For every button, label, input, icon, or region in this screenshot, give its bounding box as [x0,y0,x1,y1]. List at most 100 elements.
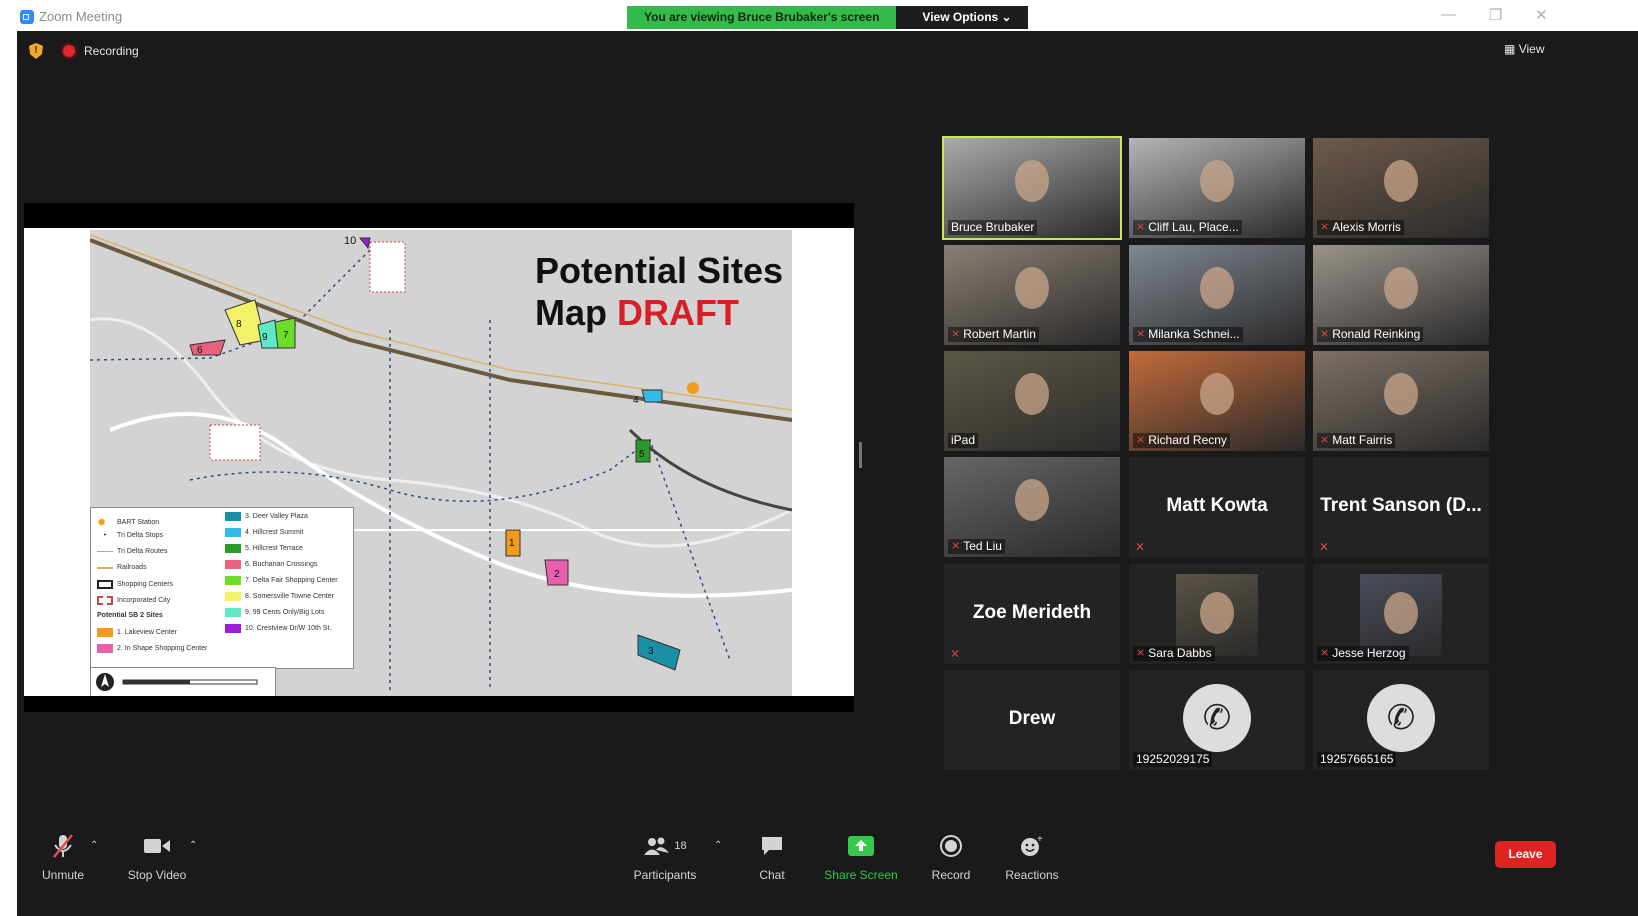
reactions-button[interactable]: + Reactions [1004,832,1060,882]
participant-tile[interactable]: ⨯ Matt Fairris [1313,351,1489,451]
participant-name-label: ⨯ Ted Liu [948,539,1005,554]
participant-tile[interactable]: iPad [944,351,1120,451]
map-title-line1: Potential Sites [535,250,784,291]
participant-name-label: ⨯ Alexis Morris [1317,220,1404,235]
person-silhouette [1200,373,1234,415]
svg-text:3: 3 [648,646,654,657]
svg-text:6: 6 [197,345,203,356]
participant-name: Ronald Reinking [1332,327,1421,341]
participant-name: Alexis Morris [1332,220,1401,234]
phone-icon: ✆ [1367,684,1435,752]
view-options-button[interactable]: View Options ⌄ [896,6,1028,29]
participant-name: Sara Dabbs [1148,646,1212,660]
share-screen-button[interactable]: Share Screen [823,832,899,882]
mic-muted-icon: ⨯ [1320,647,1330,659]
svg-text:2: 2 [554,569,560,580]
participants-label: Participants [633,868,697,882]
reactions-label: Reactions [1005,868,1059,882]
participant-name: Robert Martin [963,327,1036,341]
unmute-label: Unmute [41,868,85,882]
participant-tile[interactable]: Bruce Brubaker [942,136,1122,240]
legend-item: 4. Hillcrest Summit [225,528,303,537]
participant-tile[interactable]: Matt Kowta ⨯ [1129,457,1305,557]
participant-tile[interactable]: ✆ 19252029175 [1129,670,1305,770]
person-silhouette [1015,373,1049,415]
stop-video-button[interactable]: Stop Video [125,832,189,882]
participant-tile[interactable]: ⨯ Ronald Reinking [1313,245,1489,345]
participant-tile[interactable]: Zoe Merideth ⨯ [944,564,1120,664]
participant-tile[interactable]: ⨯ Sara Dabbs [1129,564,1305,664]
participant-name-label: ⨯ Matt Fairris [1317,433,1396,448]
participant-name: Jesse Herzog [1332,646,1406,660]
leave-button[interactable]: Leave [1495,841,1556,868]
legend-item: 9. 99 Cents Only/Big Lots [225,608,324,617]
svg-text:5: 5 [639,449,645,460]
legend-item: Tri Delta Routes [97,548,167,555]
participant-tile[interactable]: ⨯ Robert Martin [944,245,1120,345]
participants-count: 18 [674,840,687,852]
title-bar: Zoom Meeting You are viewing Bruce Bruba… [17,0,1638,31]
legend-item: 6. Buchanan Crossings [225,560,317,569]
participant-name-label: ⨯ Robert Martin [948,327,1039,342]
participant-name-label: ⨯ Richard Recny [1133,433,1230,448]
shared-screen[interactable]: 10 8 9 7 6 4 5 1 2 3 Potential Sites Map… [24,203,854,712]
mic-muted-icon: ⨯ [951,328,961,340]
audio-options-caret-icon[interactable]: ⌃ [90,840,98,851]
video-options-caret-icon[interactable]: ⌃ [189,840,197,851]
maximize-button[interactable]: ❐ [1489,6,1502,24]
participant-name: iPad [951,433,976,447]
legend-item: 1. Lakeview Center [97,628,177,637]
mic-muted-icon: ⨯ [1320,328,1330,340]
legend-item: • Tri Delta Stops [97,532,163,539]
svg-text:9: 9 [262,332,268,343]
window-title: Zoom Meeting [39,9,123,24]
recording-label: Recording [84,44,139,58]
legend-item: 2. In Shape Shopping Center [97,644,207,653]
participants-icon: 18 [630,832,700,860]
participant-tile[interactable]: Trent Sanson (D... ⨯ [1313,457,1489,557]
participants-button[interactable]: 18 Participants [630,832,700,882]
participant-tile[interactable]: ⨯ Richard Recny [1129,351,1305,451]
participant-tile[interactable]: ⨯ Cliff Lau, Place... [1129,138,1305,238]
chat-label: Chat [759,868,785,882]
unmute-button[interactable]: Unmute [37,832,89,882]
participant-tile[interactable]: ⨯ Jesse Herzog [1313,564,1489,664]
participant-name-large: Drew [1008,708,1056,729]
participant-tile[interactable]: ✆ 19257665165 [1313,670,1489,770]
legend-item: 10. Crestview Dr/W 10th St. [225,624,331,633]
minimize-button[interactable]: — [1441,6,1456,23]
split-resize-handle[interactable] [859,442,862,468]
map-title-prefix: Map [535,292,618,333]
participant-tile[interactable]: ⨯ Milanka Schnei... [1129,245,1305,345]
person-silhouette [1015,479,1049,521]
video-camera-icon [125,832,189,860]
participant-tile[interactable]: ⨯ Alexis Morris [1313,138,1489,238]
mic-off-icon [37,832,89,860]
smiley-plus-icon: + [1004,832,1060,860]
stop-icon: • [103,532,107,539]
svg-text:7: 7 [283,330,289,341]
share-screen-label: Share Screen [824,868,898,882]
participant-name: Bruce Brubaker [951,220,1035,234]
mic-muted-icon: ⨯ [1136,647,1146,659]
record-button[interactable]: Record [929,832,973,882]
video-feed [1360,574,1442,656]
grid-view-icon: ▦ [1504,42,1516,56]
close-button[interactable]: ✕ [1535,6,1548,24]
person-silhouette [1200,592,1234,635]
chat-button[interactable]: Chat [752,832,792,882]
meeting-toolbar: Unmute ⌃ Stop Video ⌃ 18 Participants ⌃ … [17,826,1638,916]
record-label: Record [931,868,971,882]
recording-icon [63,45,75,57]
participant-tile[interactable]: ⨯ Ted Liu [944,457,1120,557]
participant-tile[interactable]: Drew [944,670,1120,770]
participant-name-large: Trent Sanson (D... [1320,495,1482,516]
participant-name-label: ⨯ Sara Dabbs [1133,646,1215,661]
participant-name: Cliff Lau, Place... [1148,220,1239,234]
mic-muted-icon: ⨯ [1320,221,1330,233]
view-button[interactable]: ▦ View [1504,42,1544,56]
person-silhouette [1015,160,1049,202]
security-shield-icon[interactable]: ! [29,43,43,59]
participant-name-label: ⨯ Ronald Reinking [1317,327,1424,342]
participants-options-caret-icon[interactable]: ⌃ [714,840,722,851]
